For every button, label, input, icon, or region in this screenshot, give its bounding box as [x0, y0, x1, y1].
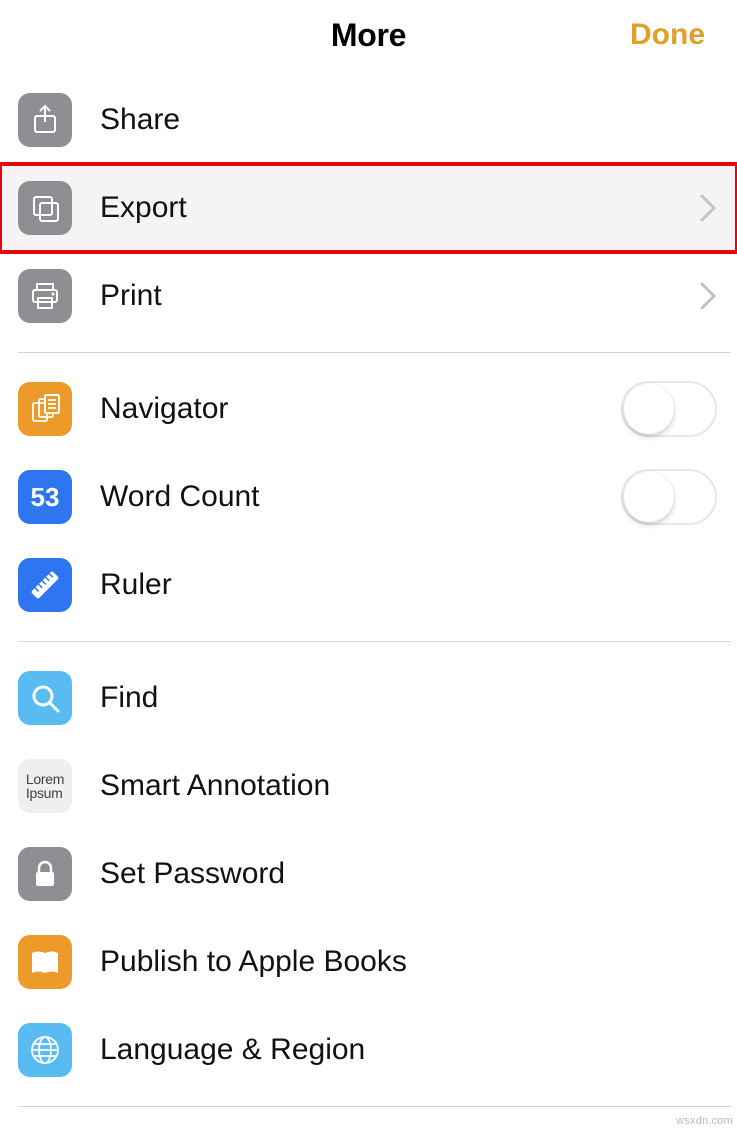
- row-export-label: Export: [100, 191, 699, 225]
- row-publish-label: Publish to Apple Books: [100, 945, 717, 979]
- word-count-badge: 53: [31, 482, 60, 513]
- row-publish[interactable]: Publish to Apple Books: [0, 918, 737, 1006]
- lock-icon: [18, 847, 72, 901]
- row-word-count[interactable]: 53 Word Count: [0, 453, 737, 541]
- row-navigator[interactable]: Navigator: [0, 365, 737, 453]
- menu-list: Share Export Print: [0, 70, 737, 1107]
- smart-annotation-icon: Lorem Ipsum: [18, 759, 72, 813]
- toggle-word-count[interactable]: [621, 469, 717, 525]
- divider: [18, 641, 731, 642]
- row-word-count-label: Word Count: [100, 480, 621, 514]
- row-ruler[interactable]: Ruler: [0, 541, 737, 629]
- done-button[interactable]: Done: [630, 0, 705, 70]
- row-language[interactable]: Language & Region: [0, 1006, 737, 1094]
- page-title: More: [331, 17, 406, 54]
- toggle-navigator[interactable]: [621, 381, 717, 437]
- row-smart-annotation-label: Smart Annotation: [100, 769, 717, 803]
- row-share-label: Share: [100, 103, 717, 137]
- row-ruler-label: Ruler: [100, 568, 717, 602]
- chevron-right-icon: [699, 281, 717, 311]
- row-navigator-label: Navigator: [100, 392, 621, 426]
- print-icon: [18, 269, 72, 323]
- row-find-label: Find: [100, 681, 717, 715]
- globe-icon: [18, 1023, 72, 1077]
- divider: [18, 352, 731, 353]
- watermark: wsxdn.com: [676, 1115, 733, 1127]
- row-print[interactable]: Print: [0, 252, 737, 340]
- export-icon: [18, 181, 72, 235]
- share-icon: [18, 93, 72, 147]
- row-print-label: Print: [100, 279, 699, 313]
- navigator-icon: [18, 382, 72, 436]
- lorem-ipsum-icon-text: Lorem Ipsum: [22, 766, 68, 806]
- row-set-password-label: Set Password: [100, 857, 717, 891]
- book-icon: [18, 935, 72, 989]
- chevron-right-icon: [699, 193, 717, 223]
- divider: [18, 1106, 731, 1107]
- row-share[interactable]: Share: [0, 76, 737, 164]
- ruler-icon: [18, 558, 72, 612]
- word-count-icon: 53: [18, 470, 72, 524]
- row-export[interactable]: Export: [0, 164, 737, 252]
- header: More Done: [0, 0, 737, 70]
- find-icon: [18, 671, 72, 725]
- row-language-label: Language & Region: [100, 1033, 717, 1067]
- row-find[interactable]: Find: [0, 654, 737, 742]
- row-set-password[interactable]: Set Password: [0, 830, 737, 918]
- row-smart-annotation[interactable]: Lorem Ipsum Smart Annotation: [0, 742, 737, 830]
